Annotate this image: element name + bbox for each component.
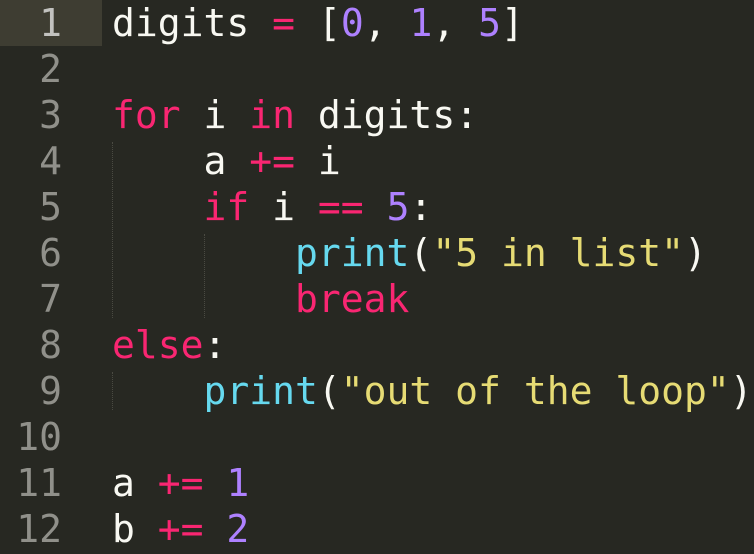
line-number: 2 xyxy=(39,47,62,91)
code-token: in xyxy=(249,93,296,137)
code-token: 5 xyxy=(386,185,410,229)
code-token: "5 in list" xyxy=(432,231,684,275)
code-token: 5 xyxy=(478,1,502,45)
code-text[interactable]: digits = [0, 1, 5] xyxy=(112,0,524,46)
code-text[interactable]: a += 1 xyxy=(112,460,249,506)
code-token: [ xyxy=(295,1,341,45)
code-token: i xyxy=(180,93,250,137)
code-token: digits xyxy=(112,1,250,45)
gutter: 5 xyxy=(0,184,102,230)
code-line[interactable]: 7 break xyxy=(0,276,754,322)
code-token: break xyxy=(295,277,410,321)
code-token: += xyxy=(157,461,204,505)
code-token: print xyxy=(203,369,318,413)
gutter: 2 xyxy=(0,46,102,92)
code-token: ( xyxy=(409,231,433,275)
indent-guide xyxy=(204,234,205,318)
code-token: digits: xyxy=(295,93,479,137)
line-number: 8 xyxy=(39,323,62,367)
code-text[interactable]: else: xyxy=(112,322,226,368)
indent-guide xyxy=(112,372,113,410)
code-line[interactable]: 5 if i == 5: xyxy=(0,184,754,230)
code-token: 1 xyxy=(226,461,250,505)
code-token: ] xyxy=(501,1,524,45)
code-token: if xyxy=(203,185,250,229)
code-text[interactable]: for i in digits: xyxy=(112,92,478,138)
gutter: 12 xyxy=(0,506,102,552)
code-token: b xyxy=(112,507,158,551)
gutter: 7 xyxy=(0,276,102,322)
code-token: += xyxy=(249,139,296,183)
line-number: 1 xyxy=(39,1,62,45)
code-token: == xyxy=(317,185,364,229)
code-text[interactable]: print("5 in list") xyxy=(112,230,707,276)
code-line[interactable]: 3 for i in digits: xyxy=(0,92,754,138)
code-token: for xyxy=(112,93,181,137)
gutter: 1 xyxy=(0,0,102,46)
code-token: = xyxy=(272,1,296,45)
line-number: 9 xyxy=(39,369,62,413)
gutter: 9 xyxy=(0,368,102,414)
code-line[interactable]: 4 a += i xyxy=(0,138,754,184)
code-line[interactable]: 10 xyxy=(0,414,754,460)
gutter: 10 xyxy=(0,414,102,460)
gutter: 4 xyxy=(0,138,102,184)
code-token: a xyxy=(112,461,158,505)
line-number: 3 xyxy=(39,93,62,137)
code-token: : xyxy=(409,185,433,229)
code-token: print xyxy=(295,231,410,275)
code-line[interactable]: 2 xyxy=(0,46,754,92)
code-token: , xyxy=(363,1,410,45)
code-line[interactable]: 12 b += 2 xyxy=(0,506,754,552)
code-token: += xyxy=(157,507,204,551)
gutter: 6 xyxy=(0,230,102,276)
code-token: i xyxy=(249,185,318,229)
code-line[interactable]: 1 digits = [0, 1, 5] xyxy=(0,0,754,46)
line-number: 11 xyxy=(16,461,62,505)
code-text[interactable]: print("out of the loop") xyxy=(112,368,753,414)
code-token: ) xyxy=(683,231,707,275)
gutter: 8 xyxy=(0,322,102,368)
code-line[interactable]: 9 print("out of the loop") xyxy=(0,368,754,414)
code-line[interactable]: 8 else: xyxy=(0,322,754,368)
line-number: 7 xyxy=(39,277,62,321)
code-token: : xyxy=(203,323,227,367)
code-text[interactable]: break xyxy=(112,276,409,322)
indent-guide xyxy=(112,142,113,318)
gutter: 3 xyxy=(0,92,102,138)
line-number: 12 xyxy=(16,507,62,551)
code-text[interactable]: b += 2 xyxy=(112,506,249,552)
code-token: i xyxy=(295,139,341,183)
code-token: 2 xyxy=(226,507,250,551)
code-token: a xyxy=(112,139,250,183)
line-number: 6 xyxy=(39,231,62,275)
code-token: "out of the loop" xyxy=(340,369,730,413)
code-text[interactable]: if i == 5: xyxy=(112,184,433,230)
code-token: 1 xyxy=(409,1,433,45)
code-token: ) xyxy=(729,369,753,413)
code-token: else xyxy=(112,323,204,367)
code-editor[interactable]: 1 digits = [0, 1, 5] 2 3 for i in digits: 4 a… xyxy=(0,0,754,554)
code-text[interactable]: a += i xyxy=(112,138,341,184)
code-line[interactable]: 11 a += 1 xyxy=(0,460,754,506)
line-number: 4 xyxy=(39,139,62,183)
line-number: 10 xyxy=(16,415,62,459)
code-token: , xyxy=(432,1,479,45)
code-line[interactable]: 6 print("5 in list") xyxy=(0,230,754,276)
gutter: 11 xyxy=(0,460,102,506)
code-token: 0 xyxy=(340,1,364,45)
line-number: 5 xyxy=(39,185,62,229)
code-token: ( xyxy=(317,369,341,413)
